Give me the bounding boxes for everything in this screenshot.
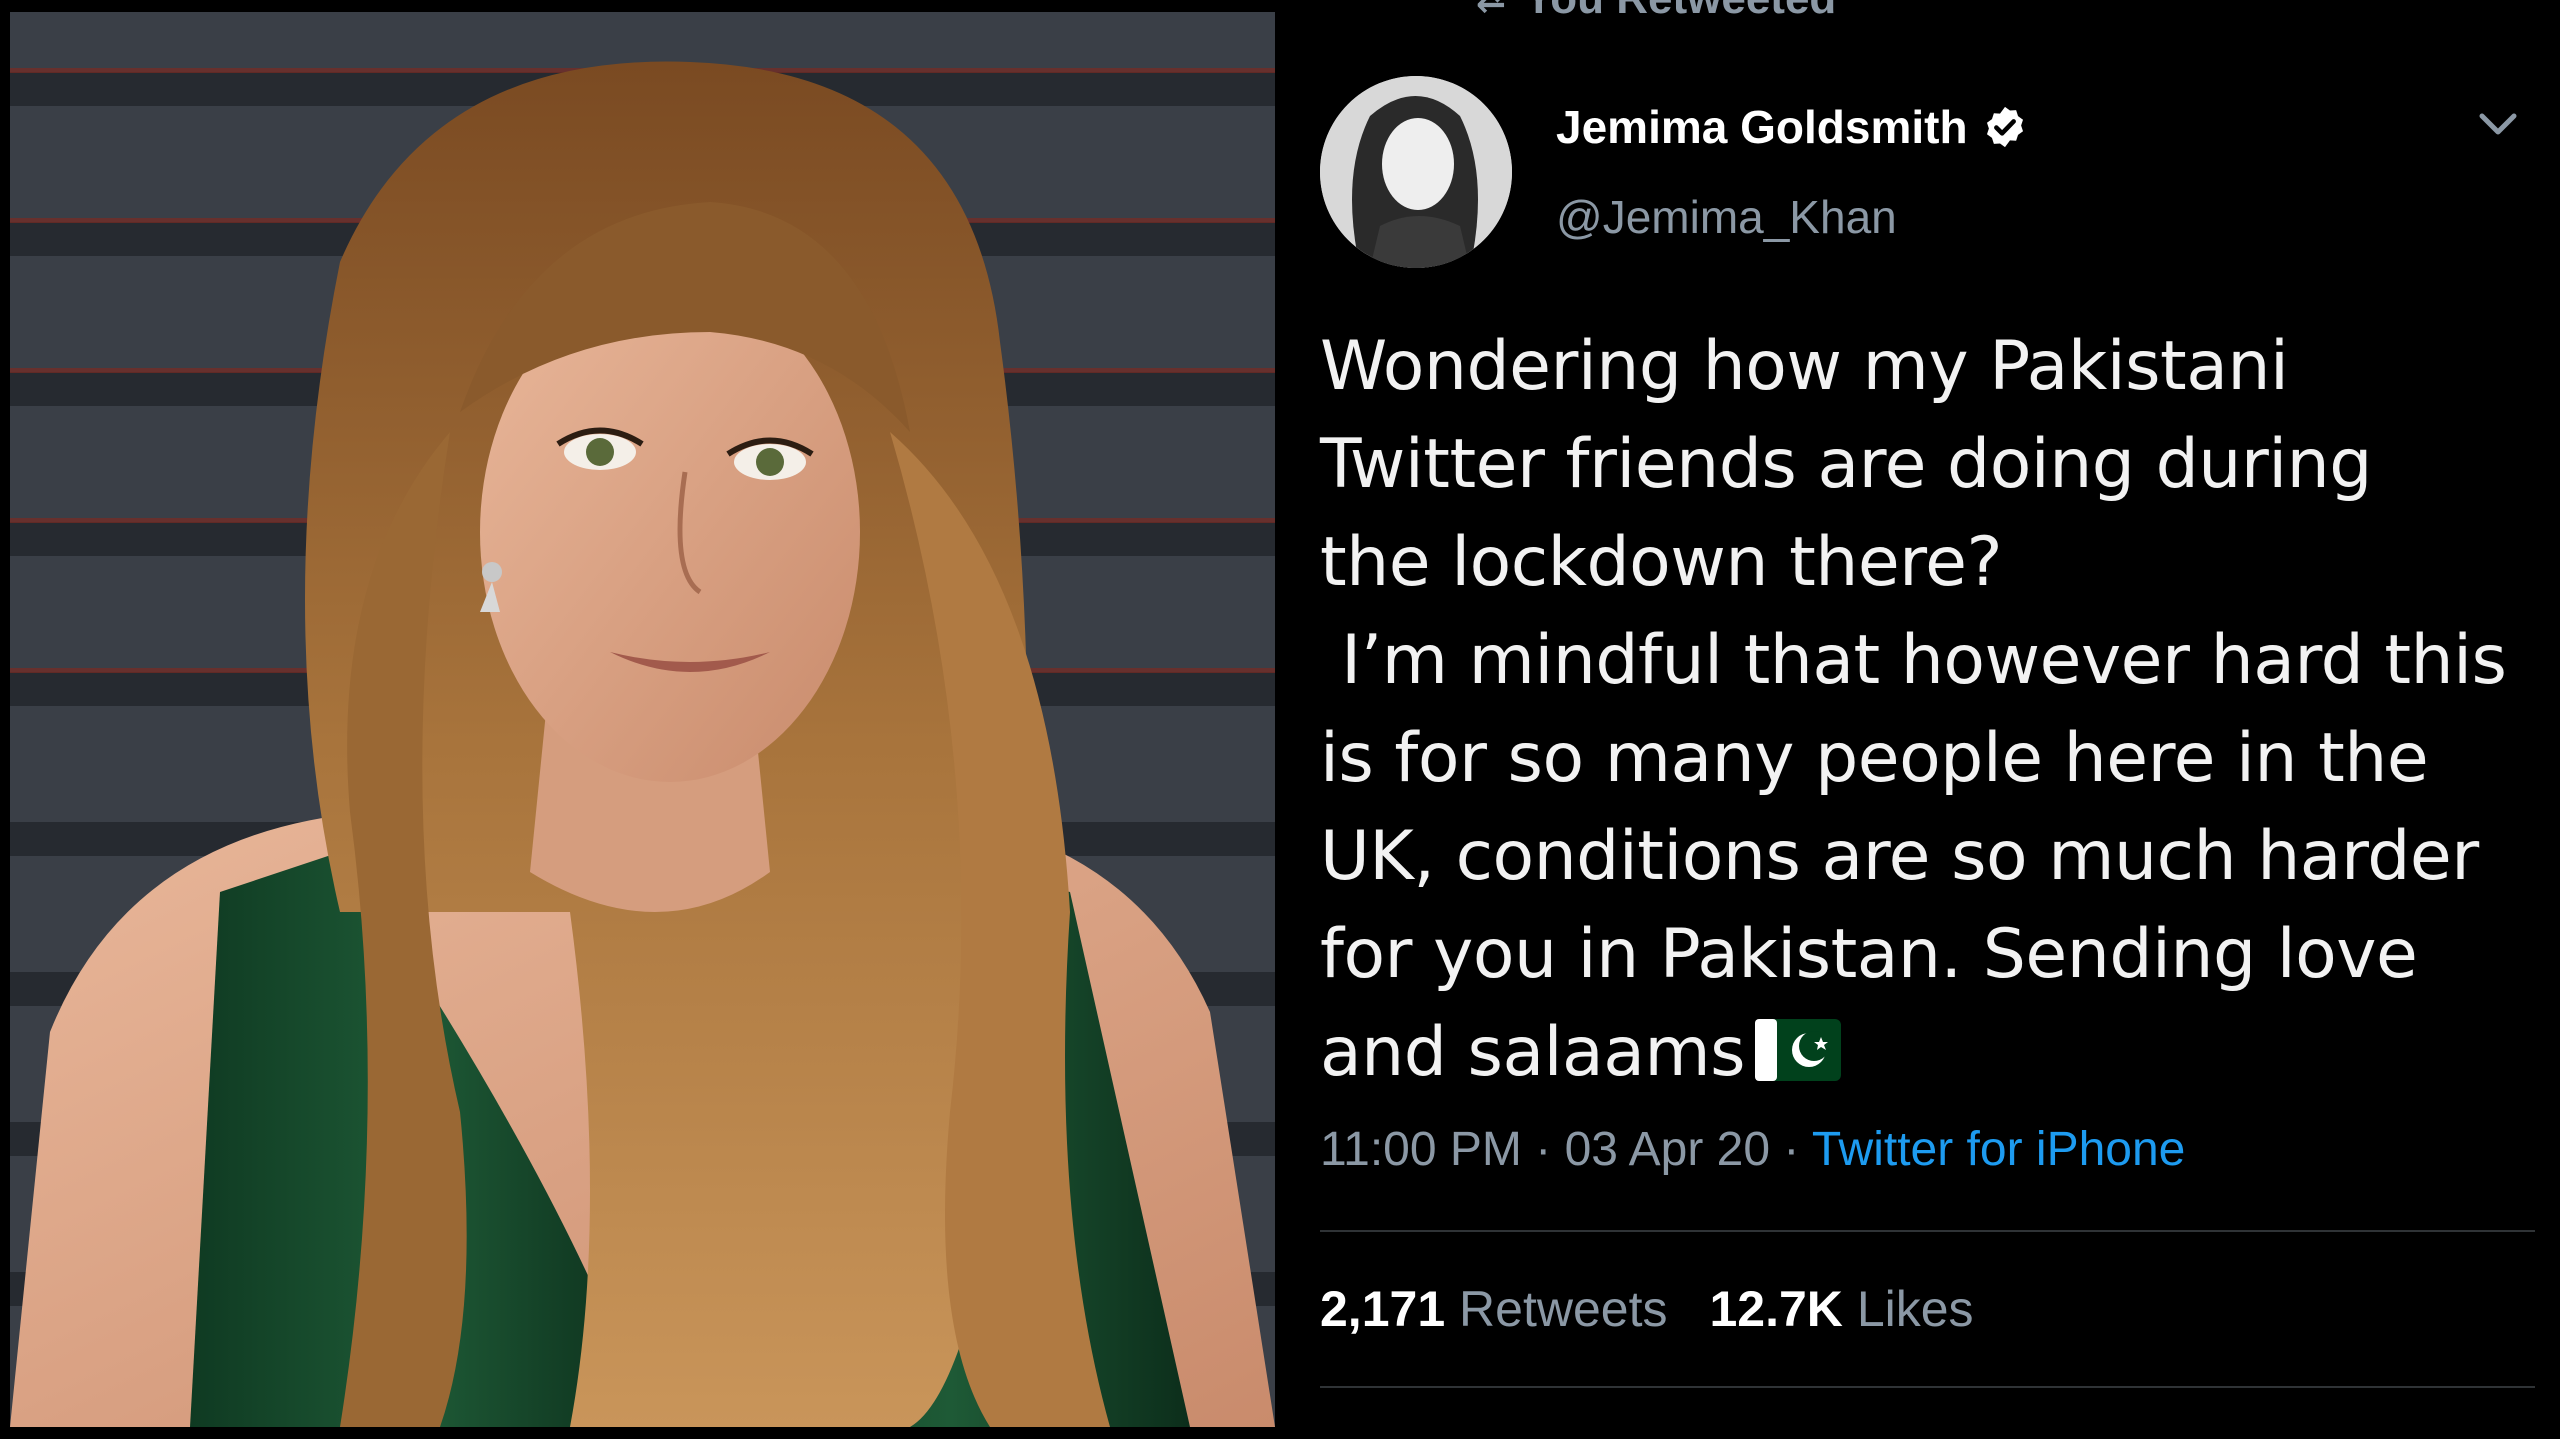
likes-stat[interactable]: 12.7K Likes — [1709, 1281, 1973, 1337]
retweet-icon: ⇄ — [1476, 0, 1506, 20]
likes-count: 12.7K — [1709, 1281, 1843, 1337]
retweets-stat[interactable]: 2,171 Retweets — [1320, 1281, 1667, 1337]
tweet-text-last-line: and salaams — [1320, 1004, 2550, 1102]
meta-separator: · — [1535, 1123, 1552, 1176]
tweet-text-line: is for so many people here in the — [1320, 719, 2429, 798]
tweet-text-line: I’m mindful that however hard this — [1320, 621, 2507, 700]
author-name[interactable]: Jemima Goldsmith — [1556, 100, 1968, 154]
divider — [1320, 1386, 2535, 1388]
tweet-text-line: Wondering how my Pakistani — [1320, 327, 2289, 406]
pakistan-flag-icon — [1755, 1019, 1842, 1081]
screenshot-frame: ⇄ You Retweeted Jemima Goldsmith @Jemima… — [0, 0, 2560, 1439]
verified-badge-icon — [1986, 106, 2023, 148]
tweet-text-line: and salaams — [1320, 1013, 1746, 1092]
likes-label: Likes — [1856, 1281, 1974, 1337]
tweet-date[interactable]: 03 Apr 20 — [1565, 1123, 1771, 1176]
divider — [1320, 1230, 2535, 1232]
meta-separator: · — [1783, 1123, 1800, 1176]
avatar[interactable] — [1320, 76, 1512, 268]
retweet-header: ⇄ You Retweeted — [1476, 0, 1836, 24]
portrait-photo — [10, 12, 1275, 1427]
retweet-label: You Retweeted — [1524, 0, 1836, 24]
retweets-label: Retweets — [1459, 1281, 1668, 1337]
retweets-count: 2,171 — [1320, 1281, 1446, 1337]
tweet-text-line: Twitter friends are doing during — [1320, 425, 2372, 504]
tweet-source-link[interactable]: Twitter for iPhone — [1812, 1123, 2186, 1176]
tweet-text: Wondering how my Pakistani Twitter frien… — [1320, 318, 2550, 1102]
tweet-meta: 11:00 PM · 03 Apr 20 · Twitter for iPhon… — [1320, 1122, 2185, 1177]
tweet-card[interactable]: ⇄ You Retweeted Jemima Goldsmith @Jemima… — [1296, 0, 2560, 1439]
author-handle[interactable]: @Jemima_Khan — [1556, 190, 1897, 244]
tweet-text-line: UK, conditions are so much harder — [1320, 817, 2479, 896]
tweet-text-line: for you in Pakistan. Sending love — [1320, 915, 2418, 994]
tweet-stats: 2,171 Retweets 12.7K Likes — [1320, 1280, 1974, 1338]
chevron-down-icon[interactable] — [2478, 112, 2518, 138]
tweet-text-line: the lockdown there? — [1320, 523, 2003, 602]
author-name-row[interactable]: Jemima Goldsmith — [1556, 100, 2028, 154]
tweet-time[interactable]: 11:00 PM — [1320, 1123, 1522, 1176]
